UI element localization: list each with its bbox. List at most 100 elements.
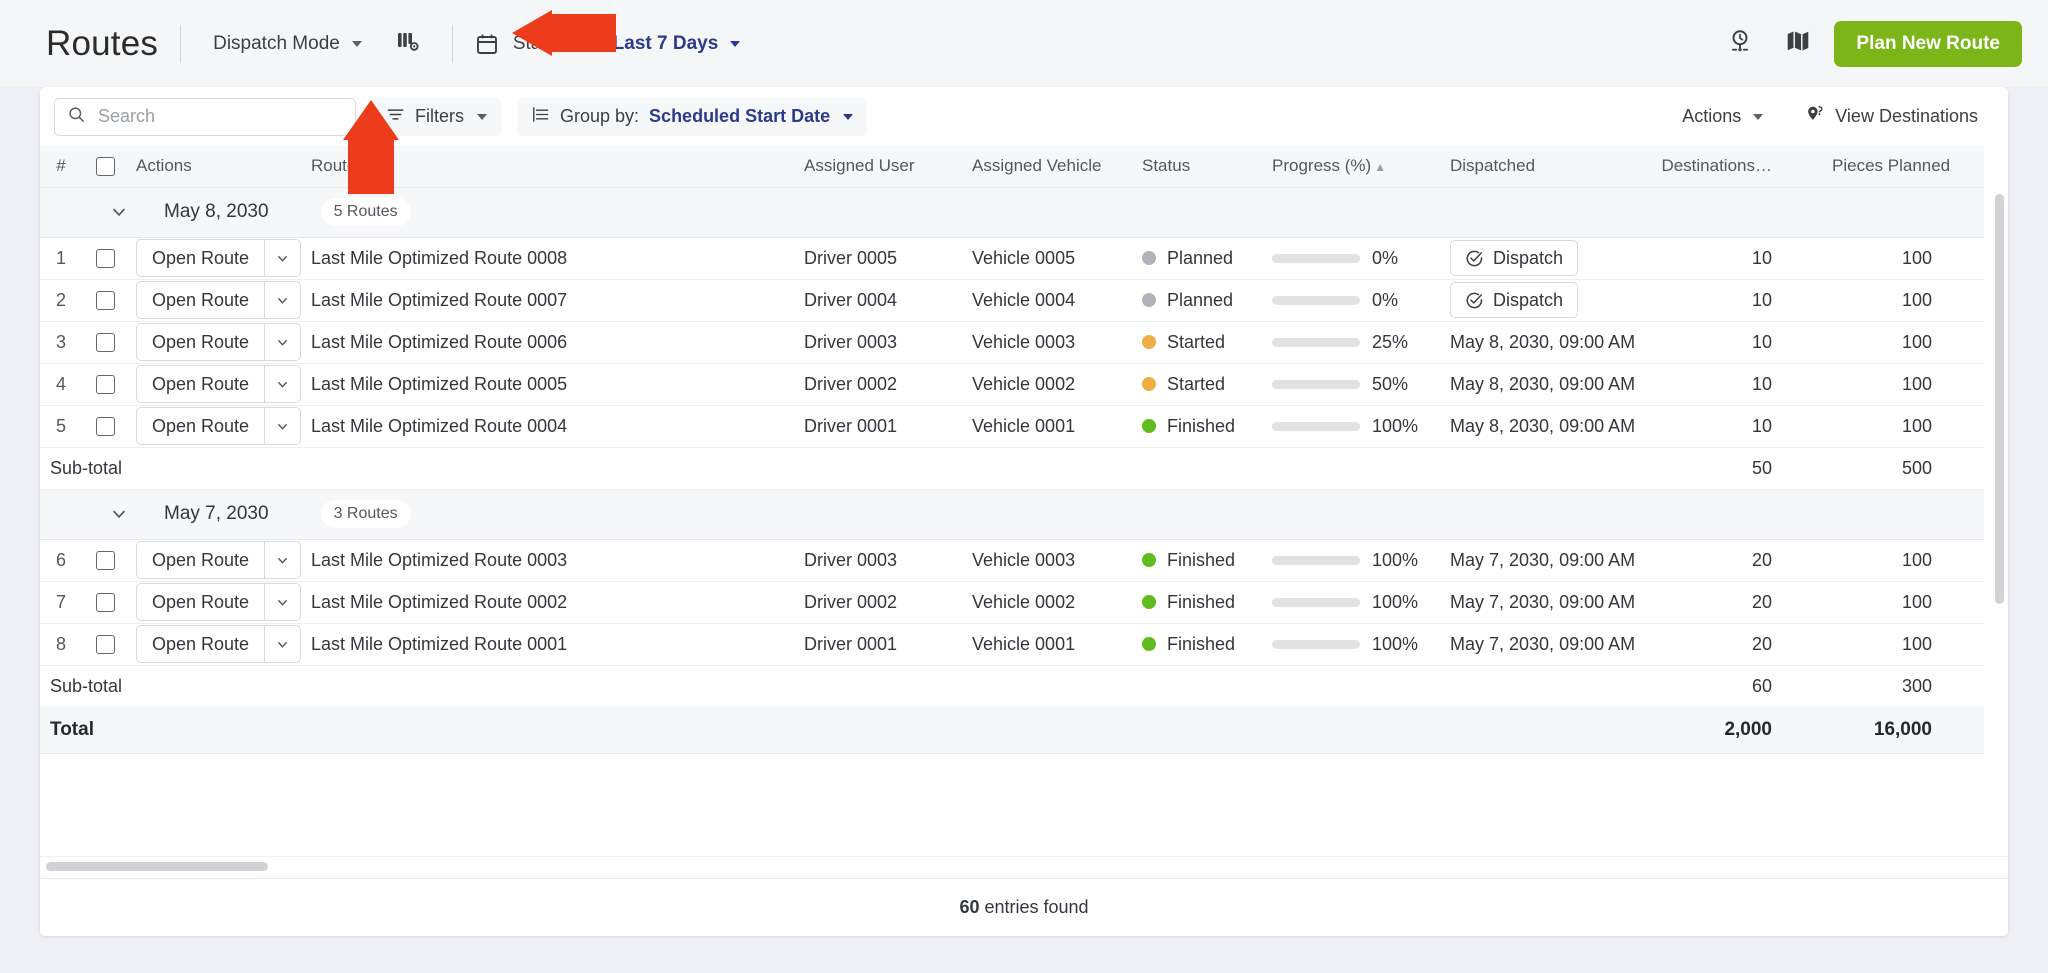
row-route-name[interactable]: Last Mile Optimized Route 0007 [303,279,796,322]
entries-suffix: entries found [979,897,1089,917]
open-route-dropdown-button[interactable] [264,365,302,403]
clock-pin-icon [1727,28,1753,59]
row-select-checkbox[interactable] [95,333,115,353]
table-row[interactable]: 5 Open Route Last Mile Optimized Route 000… [40,405,1984,448]
group-header-row: May 8, 2030 5 Routes [40,186,1984,238]
table-row[interactable]: 1 Open Route Last Mile Optimized Route 000… [40,237,1984,280]
open-route-button[interactable]: Open Route [136,541,265,579]
row-checkbox-cell [82,581,128,624]
table-row[interactable]: 2 Open Route Last Mile Optimized Route 000… [40,279,1984,322]
view-destinations-button[interactable]: View Destinations [1791,98,1992,136]
open-route-button[interactable]: Open Route [136,625,265,663]
row-select-checkbox[interactable] [95,417,115,437]
row-assigned-user: Driver 0003 [796,539,964,582]
destination-pin-icon [1805,104,1826,130]
dispatch-button[interactable]: Dispatch [1450,240,1579,276]
progress-bar-track [1272,253,1360,263]
row-destinations: 10 [1644,321,1824,364]
open-route-dropdown-button[interactable] [264,583,302,621]
open-route-dropdown-button[interactable] [264,281,302,319]
open-route-button[interactable]: Open Route [136,323,265,361]
horizontal-scrollbar-thumb[interactable] [46,862,268,871]
col-header-actions[interactable]: Actions [128,146,303,188]
search-box[interactable] [54,97,356,136]
table-row[interactable]: 3 Open Route Last Mile Optimized Route 000… [40,321,1984,364]
open-route-dropdown-button[interactable] [264,541,302,579]
chevron-down-icon [278,423,288,430]
group-by-button[interactable]: Group by: Scheduled Start Date [517,97,868,136]
search-input[interactable] [96,105,343,128]
row-route-name[interactable]: Last Mile Optimized Route 0001 [303,623,796,666]
dispatch-button[interactable]: Dispatch [1450,282,1579,318]
col-header-assigned-vehicle[interactable]: Assigned Vehicle [964,146,1134,188]
open-route-dropdown-button[interactable] [264,407,302,445]
horizontal-scrollbar[interactable] [40,856,2008,878]
col-header-assigned-user[interactable]: Assigned User [796,146,964,188]
dispatch-mode-selector[interactable]: Dispatch Mode [203,26,372,62]
table-row[interactable]: 8 Open Route Last Mile Optimized Route 000… [40,623,1984,666]
col-header-index[interactable]: # [40,146,82,188]
actions-menu-button[interactable]: Actions [1668,98,1777,136]
row-pieces-planned: 100 [1824,623,1984,666]
open-route-dropdown-button[interactable] [264,323,302,361]
subtotal-empty-cell [964,665,1134,708]
start-date-filter[interactable]: Start Date: Last 7 Days [503,26,750,62]
status-label: Finished [1167,549,1236,570]
row-route-name[interactable]: Last Mile Optimized Route 0008 [303,237,796,280]
total-empty-cell [964,706,1134,754]
vertical-scrollbar-thumb[interactable] [1995,194,2004,604]
open-route-button[interactable]: Open Route [136,583,265,621]
col-header-progress[interactable]: Progress (%) ▲ [1264,146,1442,188]
subtotal-empty-cell [303,447,796,490]
route-history-button[interactable] [1718,24,1762,64]
group-collapse-toggle[interactable] [96,202,142,222]
chevron-down-icon [278,641,288,648]
open-route-button[interactable]: Open Route [136,365,265,403]
chevron-down-icon [278,339,288,346]
filters-button[interactable]: Filters [372,97,501,136]
row-select-checkbox[interactable] [95,593,115,613]
row-select-checkbox[interactable] [95,291,115,311]
col-header-destinations[interactable]: Destinations… [1644,146,1824,188]
row-route-name[interactable]: Last Mile Optimized Route 0005 [303,363,796,406]
dispatch-button-label: Dispatch [1493,289,1564,310]
row-dispatched-cell: Dispatch [1442,279,1644,322]
table-footer: 60 entries found [40,878,2008,936]
open-route-button[interactable]: Open Route [136,281,265,319]
col-header-progress-label: Progress (%) [1272,156,1372,176]
plan-new-route-button[interactable]: Plan New Route [1834,20,2022,67]
row-select-checkbox[interactable] [95,375,115,395]
row-select-checkbox[interactable] [95,635,115,655]
open-route-dropdown-button[interactable] [264,239,302,277]
row-assigned-user: Driver 0002 [796,581,964,624]
row-select-checkbox[interactable] [95,249,115,269]
select-all-checkbox[interactable] [95,157,115,177]
row-route-name[interactable]: Last Mile Optimized Route 0004 [303,405,796,448]
col-header-pieces-planned[interactable]: Pieces Planned [1824,146,1984,188]
row-assigned-vehicle: Vehicle 0004 [964,279,1134,322]
group-collapse-toggle[interactable] [96,504,142,524]
total-empty-cell [1134,706,1264,754]
row-select-checkbox[interactable] [95,551,115,571]
table-row[interactable]: 7 Open Route Last Mile Optimized Route 000… [40,581,1984,624]
open-route-button[interactable]: Open Route [136,239,265,277]
map-view-button[interactable] [1776,24,1820,64]
columns-settings-button[interactable] [386,24,430,64]
col-header-status[interactable]: Status [1134,146,1264,188]
row-status-cell: Planned [1134,279,1264,322]
table-row[interactable]: 6 Open Route Last Mile Optimized Route 000… [40,539,1984,582]
col-header-route-name[interactable]: Route Na [303,146,796,188]
row-route-name[interactable]: Last Mile Optimized Route 0002 [303,581,796,624]
chevron-down-icon [1753,113,1764,120]
open-route-button[interactable]: Open Route [136,407,265,445]
row-route-name[interactable]: Last Mile Optimized Route 0003 [303,539,796,582]
status-dot [1142,335,1156,349]
row-route-name[interactable]: Last Mile Optimized Route 0006 [303,321,796,364]
col-header-dispatched[interactable]: Dispatched [1442,146,1644,188]
row-pieces-planned: 100 [1824,539,1984,582]
status-dot [1142,377,1156,391]
open-route-dropdown-button[interactable] [264,625,302,663]
row-index: 1 [40,237,82,280]
table-row[interactable]: 4 Open Route Last Mile Optimized Route 000… [40,363,1984,406]
row-destinations: 10 [1644,363,1824,406]
